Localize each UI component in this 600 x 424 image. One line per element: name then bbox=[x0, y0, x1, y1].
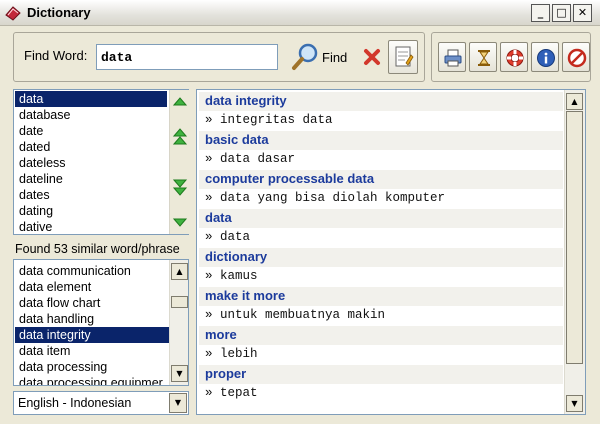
find-word-input[interactable] bbox=[96, 44, 278, 70]
stop-icon bbox=[567, 48, 587, 68]
chevron-down-icon[interactable]: ▼ bbox=[169, 393, 187, 413]
similar-list-item[interactable]: data item bbox=[15, 343, 169, 359]
similar-list-scrollbar[interactable]: ▲ ▼ bbox=[169, 260, 188, 385]
maximize-button[interactable]: □ bbox=[552, 4, 571, 22]
definition-translation: » kamus bbox=[205, 269, 258, 283]
language-select[interactable]: English - Indonesian ▼ bbox=[13, 391, 189, 415]
definition-term: make it more bbox=[199, 287, 563, 306]
notepad-icon bbox=[395, 46, 414, 67]
similar-list-item[interactable]: data flow chart bbox=[15, 295, 169, 311]
title-bar[interactable]: Dictionary _ □ ✕ bbox=[0, 0, 600, 26]
nav-up-arrow-icon[interactable] bbox=[171, 91, 189, 113]
scroll-up-button[interactable]: ▲ bbox=[566, 93, 583, 110]
help-button[interactable] bbox=[500, 42, 528, 72]
scroll-down-button[interactable]: ▼ bbox=[171, 365, 188, 382]
nav-down-arrow-icon[interactable] bbox=[171, 211, 189, 233]
magnifier-icon bbox=[292, 43, 318, 70]
notepad-button[interactable] bbox=[388, 40, 418, 74]
scroll-thumb[interactable] bbox=[171, 296, 188, 308]
word-list-item[interactable]: database bbox=[15, 107, 167, 123]
definition-translation: » lebih bbox=[205, 347, 258, 361]
find-button-label: Find bbox=[322, 50, 348, 65]
similar-list-item[interactable]: data processing equipmer bbox=[15, 375, 169, 385]
word-list-item[interactable]: dating bbox=[15, 203, 167, 219]
similar-list-item[interactable]: data element bbox=[15, 279, 169, 295]
find-button[interactable]: Find bbox=[288, 40, 360, 74]
dictionary-book-icon bbox=[5, 6, 21, 21]
definition-translation: » tepat bbox=[205, 386, 258, 400]
scroll-thumb[interactable] bbox=[566, 111, 583, 364]
definition-translation: » data dasar bbox=[205, 152, 296, 166]
similar-phrase-list[interactable]: data communication data element data flow … bbox=[13, 259, 189, 386]
definition-translation: » data yang bisa diolah komputer bbox=[205, 191, 446, 205]
tool-group bbox=[431, 32, 591, 82]
similar-list-item[interactable]: data integrity bbox=[15, 327, 169, 343]
minimize-button[interactable]: _ bbox=[531, 4, 550, 22]
word-list-item[interactable]: dateless bbox=[15, 155, 167, 171]
definition-term: proper bbox=[199, 365, 563, 384]
nav-page-up-icon[interactable] bbox=[171, 126, 189, 148]
word-list[interactable]: data database date dated dateless dateline dat… bbox=[13, 89, 189, 235]
close-button[interactable]: ✕ bbox=[573, 4, 592, 22]
definition-term: basic data bbox=[199, 131, 563, 150]
similar-list-item[interactable]: data processing bbox=[15, 359, 169, 375]
definition-term: dictionary bbox=[199, 248, 563, 267]
definition-term: computer processable data bbox=[199, 170, 563, 189]
found-count-label: Found 53 similar word/phrase bbox=[15, 242, 180, 256]
word-list-item[interactable]: dated bbox=[15, 139, 167, 155]
definitions-panel[interactable]: data integrity » integritas data basic dat… bbox=[196, 89, 586, 415]
history-button[interactable] bbox=[469, 42, 497, 72]
exit-button[interactable] bbox=[562, 42, 590, 72]
word-nav-column bbox=[169, 90, 189, 234]
similar-list-item[interactable]: data handling bbox=[15, 311, 169, 327]
info-icon bbox=[537, 49, 555, 67]
word-list-item[interactable]: data bbox=[15, 91, 167, 107]
word-list-item[interactable]: dative bbox=[15, 219, 167, 235]
hourglass-icon bbox=[478, 50, 490, 66]
definition-term: more bbox=[199, 326, 563, 345]
definition-term: data integrity bbox=[199, 92, 563, 111]
window-title: Dictionary bbox=[27, 5, 91, 20]
about-button[interactable] bbox=[531, 42, 559, 72]
word-list-item[interactable]: dateline bbox=[15, 171, 167, 187]
similar-list-item[interactable]: data communication bbox=[15, 263, 169, 279]
word-list-item[interactable]: date bbox=[15, 123, 167, 139]
definition-translation: » untuk membuatnya makin bbox=[205, 308, 386, 322]
definition-translation: » data bbox=[205, 230, 251, 244]
definition-term: data bbox=[199, 209, 563, 228]
definitions-scrollbar[interactable]: ▲ ▼ bbox=[564, 90, 585, 414]
lifebuoy-icon bbox=[506, 49, 524, 67]
definition-translation: » integritas data bbox=[205, 113, 333, 127]
word-list-item[interactable]: dates bbox=[15, 187, 167, 203]
print-button[interactable] bbox=[438, 42, 466, 72]
search-group: Find Word: Find bbox=[13, 32, 425, 82]
scroll-up-button[interactable]: ▲ bbox=[171, 263, 188, 280]
find-word-label: Find Word: bbox=[24, 48, 88, 63]
clear-button[interactable] bbox=[362, 46, 382, 68]
printer-icon bbox=[444, 49, 462, 67]
red-x-icon bbox=[364, 49, 380, 65]
scroll-down-button[interactable]: ▼ bbox=[566, 395, 583, 412]
nav-page-down-icon[interactable] bbox=[171, 176, 189, 198]
language-selected-value: English - Indonesian bbox=[18, 396, 132, 410]
